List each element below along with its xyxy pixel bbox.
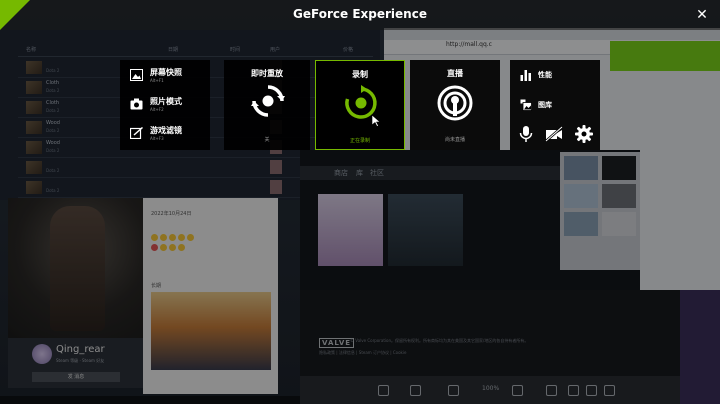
gallery-icon bbox=[520, 99, 532, 111]
camera-icon bbox=[130, 98, 143, 110]
capture-panel: 屏幕快照 Alt+F1 照片模式 Alt+F2 游戏滤镜 Alt+F3 bbox=[120, 60, 210, 150]
microphone-icon bbox=[519, 126, 533, 142]
game-filter-button[interactable]: 游戏滤镜 Alt+F3 bbox=[130, 124, 208, 144]
performance-button[interactable]: 性能 bbox=[520, 67, 596, 83]
instant-replay-icon bbox=[251, 85, 285, 117]
image-icon bbox=[130, 69, 143, 81]
instant-replay-tile[interactable]: 即时重放 关 bbox=[224, 60, 310, 150]
filter-icon bbox=[130, 127, 143, 139]
app-title: GeForce Experience bbox=[293, 7, 427, 21]
camera-off-icon bbox=[545, 126, 563, 142]
game-filter-label: 游戏滤镜 bbox=[150, 126, 182, 135]
broadcast-icon bbox=[437, 85, 473, 121]
close-icon[interactable]: ✕ bbox=[690, 3, 714, 27]
performance-label: 性能 bbox=[538, 71, 552, 79]
instant-replay-status: 关 bbox=[264, 137, 270, 143]
gallery-label: 图库 bbox=[538, 101, 552, 109]
microphone-button[interactable] bbox=[516, 124, 536, 144]
side-panel: 性能 图库 bbox=[510, 60, 600, 150]
screenshot-label: 屏幕快照 bbox=[150, 68, 182, 77]
settings-button[interactable] bbox=[574, 124, 594, 144]
screenshot-button[interactable]: 屏幕快照 Alt+F1 bbox=[130, 66, 208, 86]
screenshot-hotkey: Alt+F1 bbox=[150, 78, 164, 83]
record-title: 录制 bbox=[352, 70, 368, 79]
photo-mode-label: 照片模式 bbox=[150, 97, 182, 106]
camera-toggle-button[interactable] bbox=[544, 124, 564, 144]
bar-chart-icon bbox=[520, 70, 531, 81]
gear-icon bbox=[575, 125, 593, 143]
record-tile[interactable]: 录制 正在录制 bbox=[315, 60, 405, 150]
broadcast-title: 直播 bbox=[447, 69, 463, 78]
gallery-button[interactable]: 图库 bbox=[520, 97, 596, 113]
record-status: 正在录制 bbox=[349, 138, 370, 144]
photo-mode-button[interactable]: 照片模式 Alt+F2 bbox=[130, 95, 208, 115]
photo-mode-hotkey: Alt+F2 bbox=[150, 107, 164, 112]
game-filter-hotkey: Alt+F3 bbox=[150, 136, 164, 141]
broadcast-status: 尚未直播 bbox=[444, 137, 465, 143]
broadcast-tile[interactable]: 直播 尚未直播 bbox=[410, 60, 500, 150]
cursor-icon bbox=[372, 115, 381, 127]
instant-replay-title: 即时重放 bbox=[251, 69, 283, 78]
